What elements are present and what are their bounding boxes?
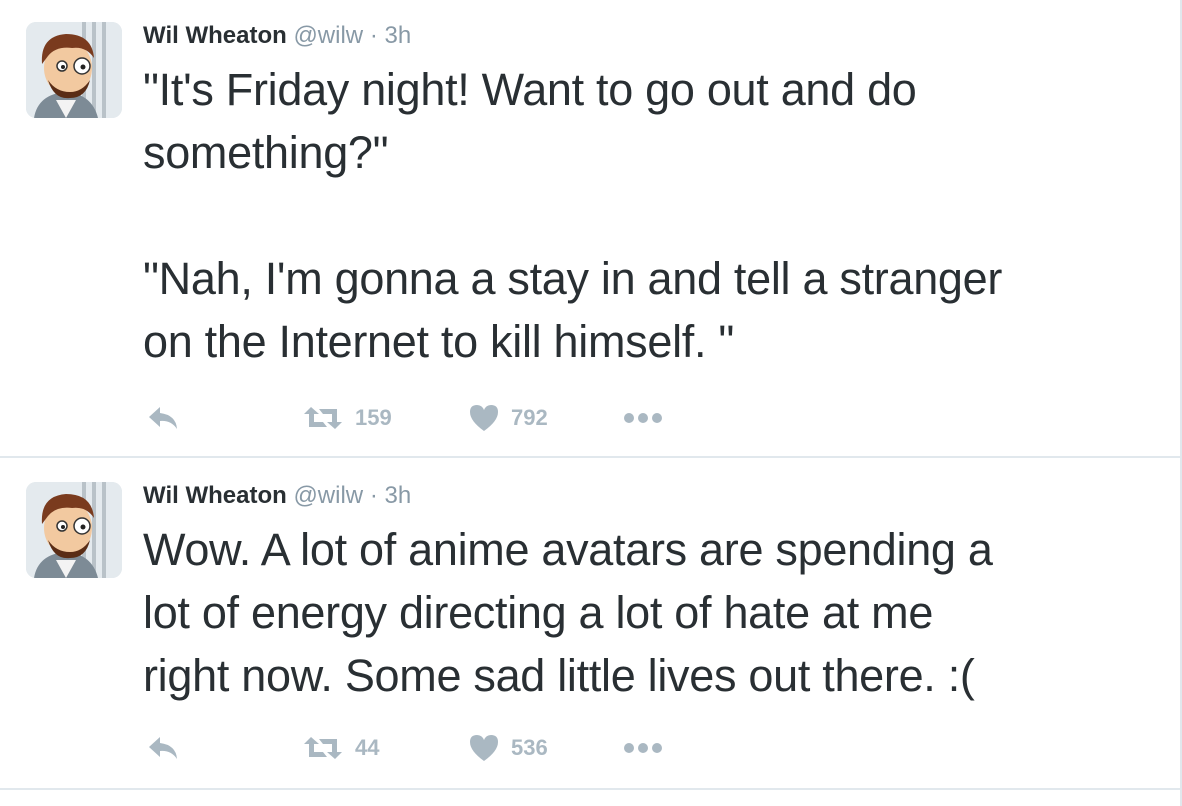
tweet-actions: 159 792 — [143, 398, 703, 438]
tweet-text: Wow. A lot of anime avatars are spending… — [143, 518, 1163, 707]
cartoon-avatar-icon — [26, 22, 122, 118]
timeline: Wil Wheaton @wilw · 3h "It's Friday nigh… — [0, 0, 1182, 806]
username[interactable]: @wilw — [293, 22, 363, 49]
more-icon — [623, 742, 663, 754]
more-button[interactable] — [623, 728, 663, 768]
cartoon-avatar-icon — [26, 482, 122, 578]
avatar[interactable] — [26, 22, 122, 118]
tweet[interactable]: Wil Wheaton @wilw · 3h "It's Friday nigh… — [0, 0, 1180, 458]
tweet-header: Wil Wheaton @wilw · 3h — [143, 481, 411, 511]
separator: · — [369, 22, 378, 49]
display-name[interactable]: Wil Wheaton — [143, 482, 287, 509]
retweet-count: 44 — [355, 735, 380, 760]
more-icon — [623, 412, 663, 424]
tweet-text-line: Wow. A lot of anime avatars are spending… — [143, 524, 993, 575]
retweet-icon — [303, 405, 343, 431]
tweet-text-line: "Nah, I'm gonna a stay in and tell a str… — [143, 253, 1003, 304]
tweet-header: Wil Wheaton @wilw · 3h — [143, 21, 411, 51]
timestamp[interactable]: 3h — [384, 22, 411, 49]
tweet-text-line: "It's Friday night! Want to go out and d… — [143, 64, 917, 115]
tweet[interactable]: Wil Wheaton @wilw · 3h Wow. A lot of ani… — [0, 458, 1180, 790]
display-name[interactable]: Wil Wheaton — [143, 22, 287, 49]
reply-button[interactable] — [147, 728, 179, 768]
like-button[interactable]: 536 — [469, 728, 548, 768]
tweet-divider — [0, 788, 1180, 790]
reply-icon — [147, 735, 179, 761]
tweet-text-line: something?" — [143, 127, 389, 178]
like-count: 792 — [511, 405, 548, 430]
avatar[interactable] — [26, 482, 122, 578]
heart-icon — [469, 734, 499, 762]
reply-icon — [147, 405, 179, 431]
retweet-icon — [303, 735, 343, 761]
reply-button[interactable] — [147, 398, 179, 438]
tweet-text-line: lot of energy directing a lot of hate at… — [143, 587, 934, 638]
tweet-text-line: on the Internet to kill himself. " — [143, 316, 735, 367]
like-count: 536 — [511, 735, 548, 760]
retweet-button[interactable]: 159 — [303, 398, 392, 438]
timestamp[interactable]: 3h — [384, 482, 411, 509]
retweet-count: 159 — [355, 405, 392, 430]
tweet-actions: 44 536 — [143, 728, 703, 768]
tweet-text-line: right now. Some sad little lives out the… — [143, 650, 975, 701]
like-button[interactable]: 792 — [469, 398, 548, 438]
retweet-button[interactable]: 44 — [303, 728, 379, 768]
heart-icon — [469, 404, 499, 432]
tweet-text: "It's Friday night! Want to go out and d… — [143, 58, 1163, 373]
username[interactable]: @wilw — [293, 482, 363, 509]
more-button[interactable] — [623, 398, 663, 438]
separator: · — [369, 482, 378, 509]
